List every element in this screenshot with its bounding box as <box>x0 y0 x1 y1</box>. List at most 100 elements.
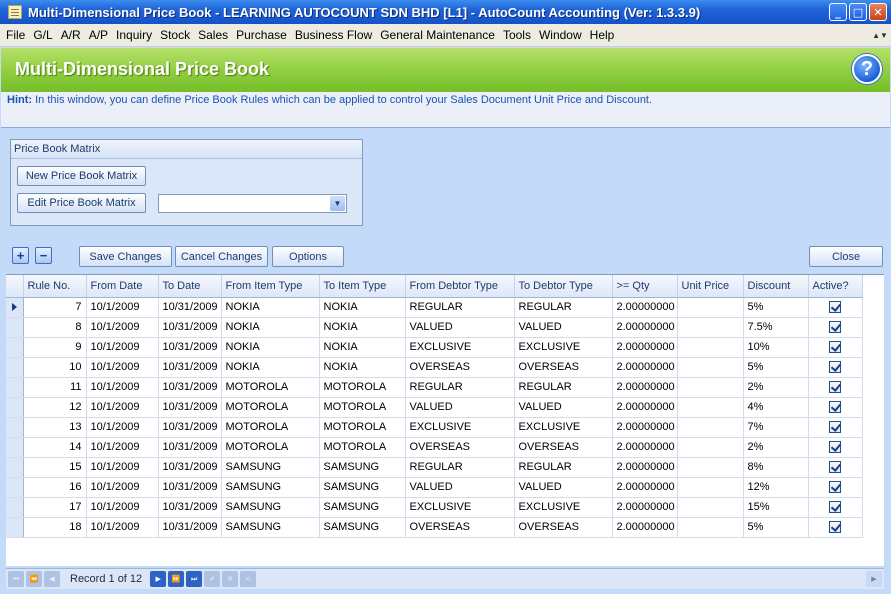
cell-from-date[interactable]: 10/1/2009 <box>86 397 159 418</box>
cell-from-item-type[interactable]: MOTOROLA <box>221 397 320 418</box>
table-row[interactable]: 17 10/1/2009 10/31/2009 SAMSUNG SAMSUNG EXCLU… <box>6 497 863 518</box>
chevron-down-icon[interactable]: ▼ <box>330 196 345 211</box>
cell-to-item-type[interactable]: NOKIA <box>319 337 406 358</box>
active-checkbox[interactable] <box>829 321 841 334</box>
cell-active[interactable] <box>808 457 863 478</box>
cell-from-debtor-type[interactable]: VALUED <box>405 477 515 498</box>
cell-to-date[interactable]: 10/31/2009 <box>158 397 222 418</box>
cell-from-date[interactable]: 10/1/2009 <box>86 297 159 318</box>
cell-from-debtor-type[interactable]: EXCLUSIVE <box>405 337 515 358</box>
active-checkbox[interactable] <box>829 421 841 434</box>
row-selector[interactable] <box>6 317 24 338</box>
remove-row-icon[interactable]: − <box>35 247 52 264</box>
cell-unit-price[interactable] <box>677 417 744 438</box>
table-row[interactable]: 15 10/1/2009 10/31/2009 SAMSUNG SAMSUNG REGUL… <box>6 457 863 478</box>
cell-unit-price[interactable] <box>677 437 744 458</box>
cell-discount[interactable]: 2% <box>743 437 809 458</box>
cell-rule-no[interactable]: 15 <box>23 457 87 478</box>
cell-to-item-type[interactable]: MOTOROLA <box>319 397 406 418</box>
cell-rule-no[interactable]: 13 <box>23 417 87 438</box>
cell-to-debtor-type[interactable]: VALUED <box>514 397 613 418</box>
new-price-book-matrix-button[interactable]: New Price Book Matrix <box>17 166 146 186</box>
row-selector[interactable] <box>6 457 24 478</box>
menu-general-maintenance[interactable]: General Maintenance <box>380 28 495 42</box>
column-header[interactable]: Unit Price <box>677 275 744 298</box>
cell-from-date[interactable]: 10/1/2009 <box>86 357 159 378</box>
cell-qty[interactable]: 2.00000000 <box>612 317 678 338</box>
cell-unit-price[interactable] <box>677 397 744 418</box>
cell-from-item-type[interactable]: SAMSUNG <box>221 497 320 518</box>
cell-qty[interactable]: 2.00000000 <box>612 417 678 438</box>
cell-discount[interactable]: 12% <box>743 477 809 498</box>
cell-active[interactable] <box>808 397 863 418</box>
row-selector[interactable] <box>6 437 24 458</box>
menu-tools[interactable]: Tools <box>503 28 531 42</box>
cell-from-item-type[interactable]: NOKIA <box>221 357 320 378</box>
cell-unit-price[interactable] <box>677 357 744 378</box>
cell-qty[interactable]: 2.00000000 <box>612 297 678 318</box>
cell-to-item-type[interactable]: SAMSUNG <box>319 477 406 498</box>
cell-discount[interactable]: 4% <box>743 397 809 418</box>
add-row-icon[interactable]: + <box>12 247 29 264</box>
price-book-matrix-select[interactable]: ▼ <box>158 194 347 213</box>
cell-from-date[interactable]: 10/1/2009 <box>86 437 159 458</box>
cell-active[interactable] <box>808 517 863 538</box>
close-window-button[interactable]: ✕ <box>869 3 887 21</box>
cell-from-item-type[interactable]: MOTOROLA <box>221 437 320 458</box>
cell-active[interactable] <box>808 377 863 398</box>
next-record-icon[interactable]: ▶ <box>150 571 167 587</box>
cell-to-date[interactable]: 10/31/2009 <box>158 377 222 398</box>
row-selector[interactable] <box>6 377 24 398</box>
cell-discount[interactable]: 15% <box>743 497 809 518</box>
cell-from-debtor-type[interactable]: REGULAR <box>405 297 515 318</box>
active-checkbox[interactable] <box>829 461 841 474</box>
cell-to-debtor-type[interactable]: EXCLUSIVE <box>514 417 613 438</box>
cell-from-item-type[interactable]: NOKIA <box>221 297 320 318</box>
cell-from-debtor-type[interactable]: REGULAR <box>405 457 515 478</box>
cell-from-date[interactable]: 10/1/2009 <box>86 337 159 358</box>
cell-from-debtor-type[interactable]: OVERSEAS <box>405 437 515 458</box>
cell-rule-no[interactable]: 18 <box>23 517 87 538</box>
cell-to-item-type[interactable]: MOTOROLA <box>319 437 406 458</box>
previous-page-icon[interactable]: ⏪ <box>26 571 42 587</box>
menu-sales[interactable]: Sales <box>198 28 228 42</box>
cell-from-debtor-type[interactable]: EXCLUSIVE <box>405 417 515 438</box>
table-row[interactable]: 14 10/1/2009 10/31/2009 MOTOROLA MOTOROLA OVE… <box>6 437 863 458</box>
cell-to-item-type[interactable]: MOTOROLA <box>319 377 406 398</box>
column-header[interactable]: Active? <box>808 275 863 298</box>
cell-from-item-type[interactable]: NOKIA <box>221 337 320 358</box>
cell-qty[interactable]: 2.00000000 <box>612 497 678 518</box>
cell-qty[interactable]: 2.00000000 <box>612 357 678 378</box>
cell-rule-no[interactable]: 17 <box>23 497 87 518</box>
menu-purchase[interactable]: Purchase <box>236 28 287 42</box>
cell-to-date[interactable]: 10/31/2009 <box>158 337 222 358</box>
menu-window[interactable]: Window <box>539 28 582 42</box>
cell-unit-price[interactable] <box>677 317 744 338</box>
table-row[interactable]: 9 10/1/2009 10/31/2009 NOKIA NOKIA EXCLUSIVE E… <box>6 337 863 358</box>
column-header[interactable]: Rule No. <box>23 275 87 298</box>
active-checkbox[interactable] <box>829 481 841 494</box>
cell-from-date[interactable]: 10/1/2009 <box>86 517 159 538</box>
cell-qty[interactable]: 2.00000000 <box>612 477 678 498</box>
cell-from-item-type[interactable]: MOTOROLA <box>221 377 320 398</box>
cell-active[interactable] <box>808 317 863 338</box>
cell-from-debtor-type[interactable]: OVERSEAS <box>405 357 515 378</box>
minimize-button[interactable]: _ <box>829 3 847 21</box>
cell-from-date[interactable]: 10/1/2009 <box>86 497 159 518</box>
cell-from-date[interactable]: 10/1/2009 <box>86 317 159 338</box>
cell-to-item-type[interactable]: NOKIA <box>319 357 406 378</box>
active-checkbox[interactable] <box>829 441 841 454</box>
cell-active[interactable] <box>808 357 863 378</box>
help-icon[interactable]: ? <box>852 54 882 84</box>
active-checkbox[interactable] <box>829 381 841 394</box>
cell-to-debtor-type[interactable]: VALUED <box>514 317 613 338</box>
cell-to-date[interactable]: 10/31/2009 <box>158 477 222 498</box>
cell-to-debtor-type[interactable]: OVERSEAS <box>514 517 613 538</box>
save-changes-button[interactable]: Save Changes <box>79 246 172 267</box>
close-button[interactable]: Close <box>809 246 883 267</box>
cell-to-item-type[interactable]: NOKIA <box>319 317 406 338</box>
cell-from-item-type[interactable]: SAMSUNG <box>221 517 320 538</box>
cell-to-debtor-type[interactable]: EXCLUSIVE <box>514 337 613 358</box>
last-record-icon[interactable]: ⏭ <box>186 571 203 587</box>
cell-active[interactable] <box>808 417 863 438</box>
